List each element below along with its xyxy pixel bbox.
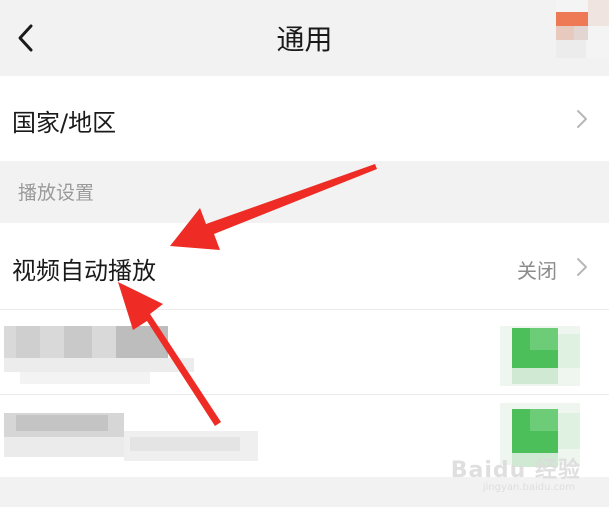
watermark-brand: Baidu 经验 (450, 458, 581, 483)
avatar (556, 0, 609, 58)
region-label: 国家/地区 (12, 109, 117, 137)
region-row[interactable]: 国家/地区 (0, 76, 609, 161)
chevron-right-icon (577, 258, 587, 276)
blurred-setting-row (0, 310, 609, 394)
section-title: 播放设置 (18, 182, 95, 204)
page-title: 通用 (276, 23, 333, 56)
chevron-right-icon (577, 110, 587, 128)
top-bar: 通用 (0, 0, 609, 76)
autoplay-value: 关闭 (517, 259, 557, 283)
watermark-url: jingyan.baidu.com (482, 482, 575, 493)
autoplay-row[interactable]: 视频自动播放 关闭 (0, 223, 609, 309)
autoplay-label: 视频自动播放 (12, 257, 156, 285)
